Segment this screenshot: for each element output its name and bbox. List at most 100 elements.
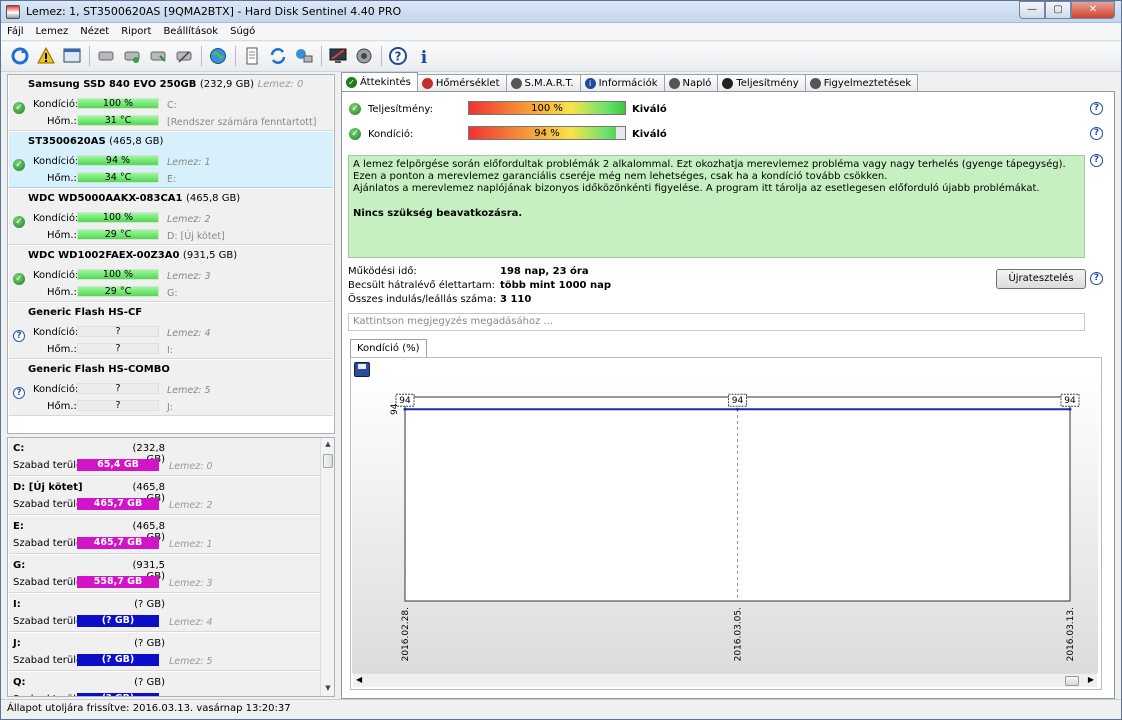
condition-info: C: [167, 100, 177, 111]
free-space-label: Szabad terület [13, 499, 87, 510]
alert-icon [809, 78, 821, 89]
disk-item-generic-hs-combo[interactable]: Generic Flash HS-COMBO ? Kondíció: ? Lem… [9, 360, 333, 416]
monitor-alert-icon[interactable] [327, 45, 349, 67]
partition-disk: Lemez: 0 [169, 461, 213, 472]
disk-benchmark-icon[interactable] [147, 45, 169, 67]
chart-scrollbar[interactable]: ◀ ▶ [353, 673, 1097, 687]
maximize-button[interactable]: ▢ [1045, 1, 1071, 19]
free-space-bar: (? GB) [77, 615, 159, 627]
condition-label: Kondíció: [33, 270, 79, 281]
scroll-left-arrow-icon[interactable]: ◀ [356, 675, 362, 684]
disk-item-wdc-wd5000[interactable]: WDC WD5000AAKX-083CA1 (465,8 GB) ✓ Kondí… [9, 189, 333, 245]
disk-item-generic-hs-cf[interactable]: Generic Flash HS-CF ? Kondíció: ? Lemez:… [9, 303, 333, 359]
tab-log[interactable]: Napló [663, 74, 719, 92]
tab-thermometer[interactable]: Hőmérséklet [416, 74, 507, 92]
data-point [736, 407, 739, 411]
scroll-right-arrow-icon[interactable]: ▶ [1088, 675, 1094, 684]
tab-info[interactable]: i Információk [579, 74, 665, 92]
close-button[interactable]: ✕ [1071, 1, 1115, 19]
disk-item-wdc-wd1002[interactable]: WDC WD1002FAEX-00Z3A0 (931,5 GB) ✓ Kondí… [9, 246, 333, 302]
alert-disk-icon[interactable] [35, 45, 57, 67]
speaker-icon[interactable] [353, 45, 375, 67]
disk-item-st3500620as[interactable]: ST3500620AS (465,8 GB) ✓ Kondíció: 94 % … [9, 132, 333, 188]
window-title: Lemez: 1, ST3500620AS [9QMA2BTX] - Hard … [26, 5, 402, 18]
menu-report[interactable]: Riport [121, 23, 151, 40]
partition-disk: Lemez: 3 [169, 578, 213, 589]
disk-name: WDC WD5000AAKX-083CA1 [28, 193, 183, 204]
condition-rating: Kiváló [632, 129, 667, 140]
condition-value: 94 % [534, 128, 560, 139]
hdd-test-icon[interactable] [95, 45, 117, 67]
disk-window-icon[interactable] [61, 45, 83, 67]
help-retest-icon[interactable]: ? [1090, 272, 1103, 285]
chart-scroll-thumb[interactable] [1065, 676, 1079, 686]
tab-alert[interactable]: Figyelmeztetések [804, 74, 919, 92]
toolbar-separator [321, 46, 322, 66]
menu-settings[interactable]: Beállítások [163, 23, 218, 40]
partition-scrollbar[interactable]: ▲ ▼ [320, 438, 334, 696]
note-input[interactable]: Kattintson megjegyzés megadásához ... [348, 313, 1085, 331]
surface-test-icon[interactable] [121, 45, 143, 67]
help-condition-icon[interactable]: ? [1090, 127, 1103, 140]
condition-label: Kondíció: [33, 384, 79, 395]
startstop-label: Összes indulás/leállás száma: [348, 294, 497, 305]
condition-label: Kondíció: [33, 156, 79, 167]
globe-icon[interactable] [207, 45, 229, 67]
disk-item-samsung[interactable]: Samsung SSD 840 EVO 250GB (232,9 GB) Lem… [9, 75, 333, 131]
partition-list-panel: C:(232,8 GB)Szabad terület65,4 GBLemez: … [7, 437, 335, 697]
partition-item[interactable]: J: (? GB) Szabad terület (? GB) Lemez: 5 [9, 633, 325, 671]
partition-item[interactable]: I: (? GB) Szabad terület (? GB) Lemez: 4 [9, 594, 325, 632]
temperature-info: E: [167, 174, 177, 185]
free-space-bar: 465,7 GB [77, 537, 159, 549]
disk-name: Generic Flash HS-COMBO [28, 364, 170, 375]
partition-disk: Lemez: 5 [169, 656, 213, 667]
sync-icon[interactable] [267, 45, 289, 67]
condition-label: Kondíció: [33, 99, 79, 110]
temperature-label: Hőm.: [47, 401, 77, 412]
toolbar: ? i [1, 42, 1121, 72]
x-tick-label: 2016.03.05. [734, 607, 744, 661]
info-icon: i [584, 78, 596, 89]
menu-view[interactable]: Nézet [80, 23, 109, 40]
disk-name: WDC WD1002FAEX-00Z3A0 [28, 250, 180, 261]
partition-item[interactable]: C:(232,8 GB)Szabad terület65,4 GBLemez: … [9, 438, 325, 476]
disk-name: Samsung SSD 840 EVO 250GB [28, 79, 197, 90]
app-icon[interactable] [6, 5, 20, 19]
uptime-label: Működési idő: [348, 266, 417, 277]
partition-item[interactable]: Q:(? GB)Szabad terület(? GB) [9, 672, 325, 696]
report-icon[interactable] [241, 45, 263, 67]
refresh-icon[interactable] [9, 45, 31, 67]
minimize-button[interactable]: — [1019, 1, 1045, 19]
partition-name: G: [13, 560, 26, 571]
data-label: 94 [732, 396, 744, 406]
retest-button[interactable]: Újratesztelés [996, 269, 1086, 289]
disk-tools-icon[interactable] [173, 45, 195, 67]
help-performance-icon[interactable]: ? [1090, 102, 1103, 115]
title-bar[interactable]: Lemez: 1, ST3500620AS [9QMA2BTX] - Hard … [1, 1, 1121, 23]
data-label: 94 [399, 396, 411, 406]
menu-file[interactable]: Fájl [7, 23, 24, 40]
tab-check[interactable]: ✓ Áttekintés [341, 72, 418, 92]
message-line: Ezen a ponton a merevlemez garanciális c… [353, 171, 888, 182]
tab-gauge[interactable]: Teljesítmény [717, 74, 806, 92]
condition-bar: ? [77, 326, 159, 337]
menu-disk[interactable]: Lemez [36, 23, 69, 40]
scroll-thumb[interactable] [323, 454, 333, 468]
condition-chart: 94 94 94942016.02.28. 2016.03.05. 2016.03.13… [352, 377, 1098, 673]
scroll-down-arrow-icon[interactable]: ▼ [323, 684, 333, 694]
partition-item[interactable]: G:(931,5 GB)Szabad terület558,7 GBLemez:… [9, 555, 325, 593]
tab-condition-chart[interactable]: Kondíció (%) [350, 339, 427, 357]
menu-help[interactable]: Súgó [230, 23, 255, 40]
condition-chart-area: 94 94 94 94 2016.02.28. 2016.03.05. 2016.03.13… [350, 357, 1102, 690]
partition-item[interactable]: D: [Új kötet](465,8 GB)Szabad terület465… [9, 477, 325, 515]
scroll-up-arrow-icon[interactable]: ▲ [323, 440, 333, 450]
help-icon[interactable]: ? [387, 45, 409, 67]
help-message-icon[interactable]: ? [1090, 154, 1103, 167]
condition-bar: 94 % [77, 155, 159, 166]
network-icon[interactable] [293, 45, 315, 67]
free-space-bar: (? GB) [77, 693, 159, 696]
tab-smart[interactable]: S.M.A.R.T. [505, 74, 581, 92]
condition-label: Kondíció: [33, 327, 79, 338]
about-info-icon[interactable]: i [413, 45, 435, 67]
partition-item[interactable]: E:(465,8 GB)Szabad terület465,7 GBLemez:… [9, 516, 325, 554]
